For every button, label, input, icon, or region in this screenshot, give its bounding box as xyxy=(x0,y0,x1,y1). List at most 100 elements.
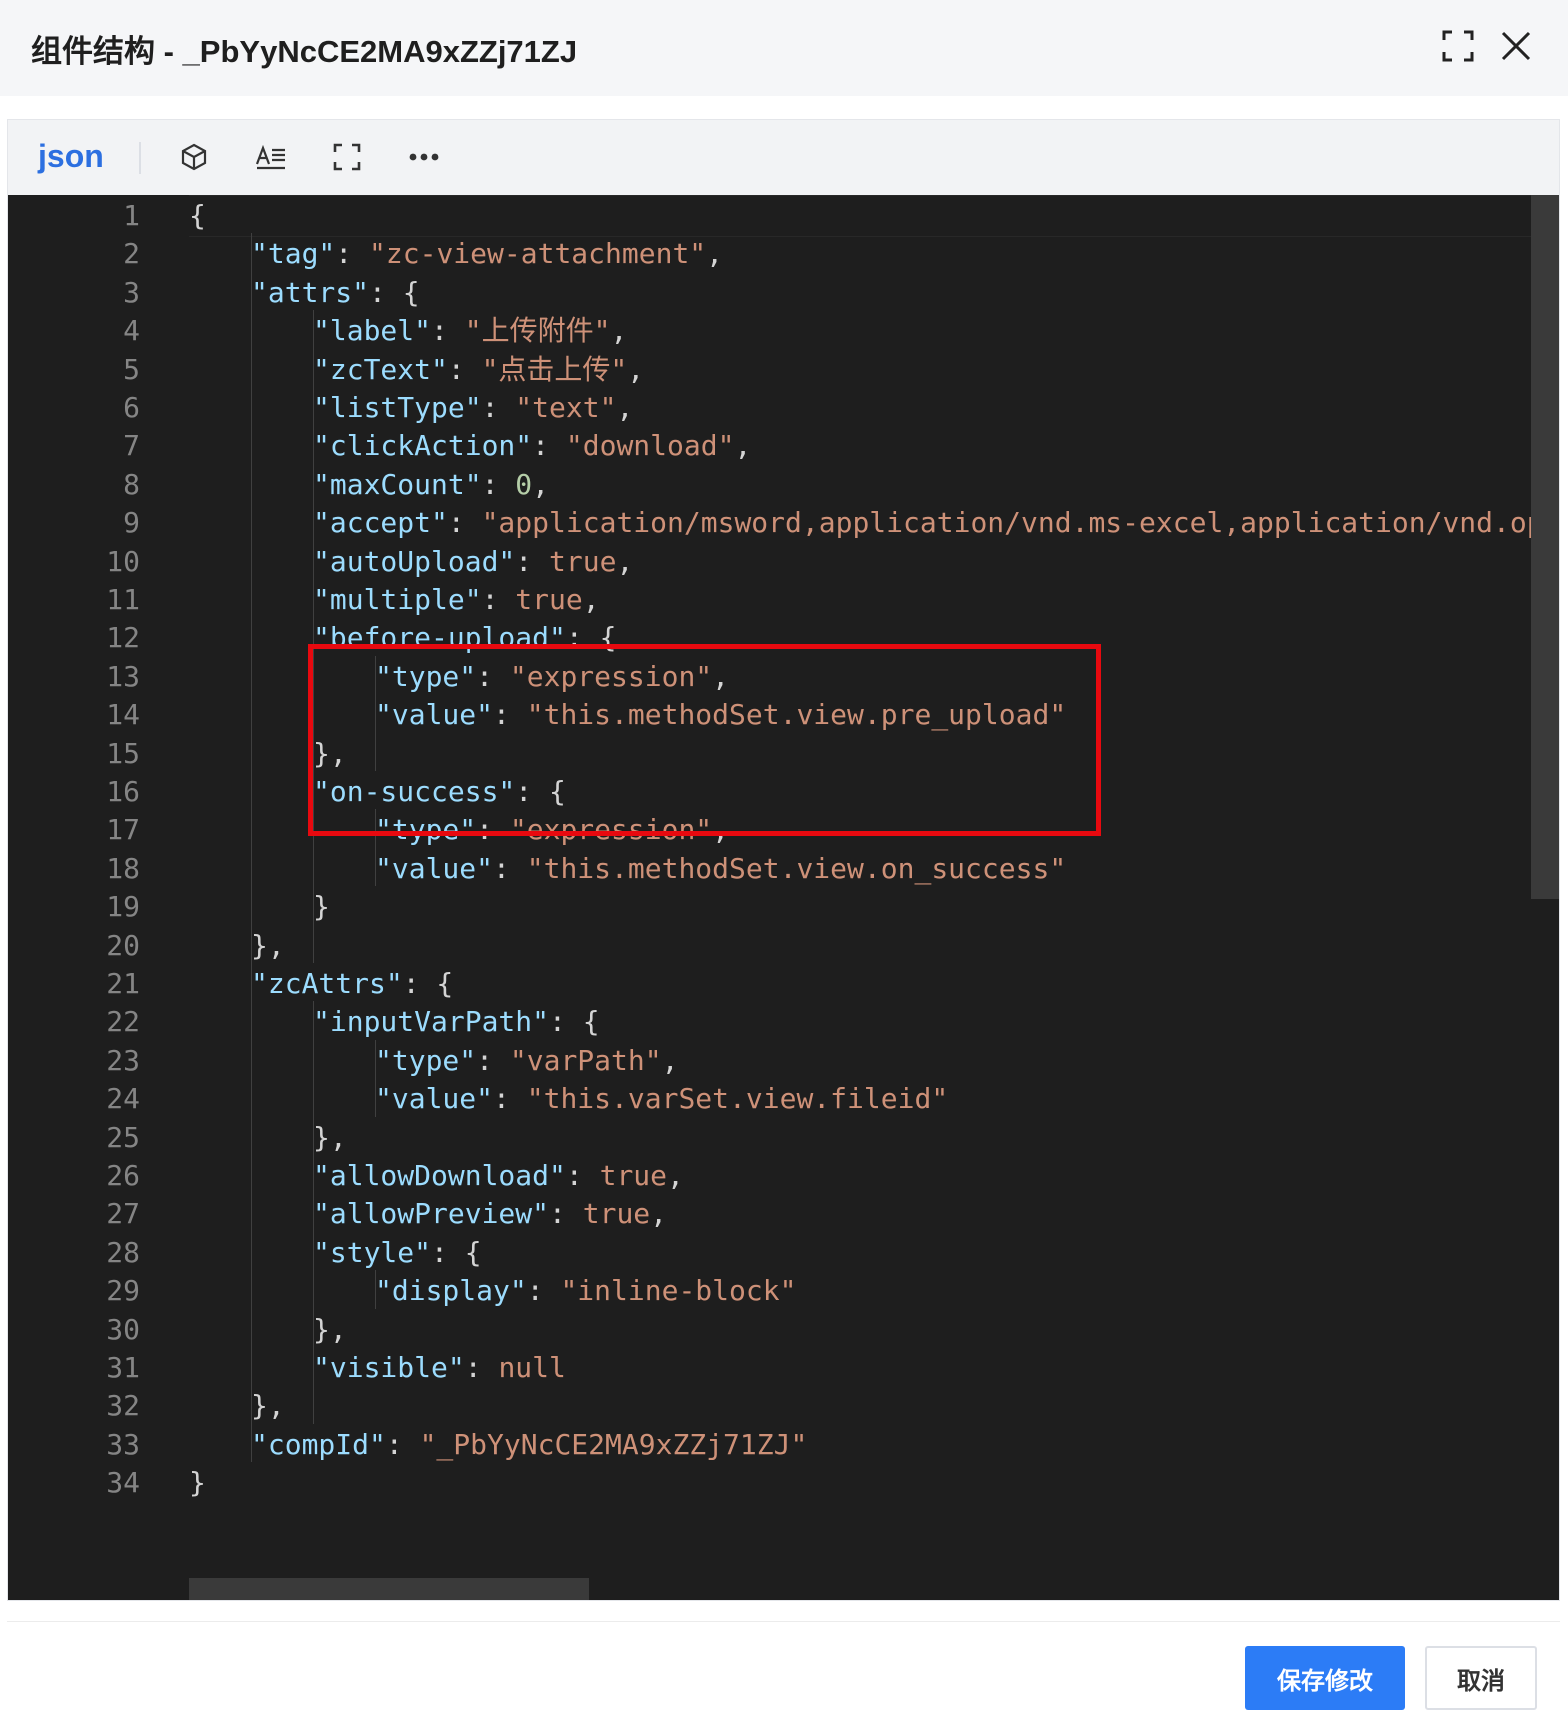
code-line[interactable]: "attrs": { xyxy=(251,272,420,314)
close-icon[interactable] xyxy=(1498,28,1534,64)
line-number: 2 xyxy=(123,237,140,271)
code-line[interactable]: "allowPreview": true, xyxy=(313,1193,667,1235)
format-text-icon[interactable] xyxy=(251,137,291,177)
line-number: 23 xyxy=(106,1043,140,1077)
code-line[interactable]: } xyxy=(313,886,330,928)
line-number: 34 xyxy=(106,1466,140,1500)
line-number: 1 xyxy=(123,199,140,232)
cancel-button[interactable]: 取消 xyxy=(1425,1646,1537,1710)
line-number: 19 xyxy=(106,890,140,924)
code-line[interactable]: "accept": "application/msword,applicatio… xyxy=(313,502,1559,544)
code-line[interactable]: "label": "上传附件", xyxy=(313,310,627,352)
code-line[interactable]: "maxCount": 0, xyxy=(313,464,549,506)
line-number: 31 xyxy=(106,1351,140,1384)
code-line[interactable]: "type": "expression", xyxy=(375,656,729,698)
code-line[interactable]: "listType": "text", xyxy=(313,387,633,429)
code-line[interactable]: "allowDownload": true, xyxy=(313,1155,684,1197)
line-number: 14 xyxy=(106,698,140,732)
line-number: 26 xyxy=(106,1159,140,1192)
line-number: 10 xyxy=(106,544,140,578)
line-number: 3 xyxy=(123,275,140,309)
code-token: true xyxy=(549,544,617,578)
horizontal-scrollbar[interactable] xyxy=(189,1578,589,1600)
code-line[interactable]: }, xyxy=(313,1117,347,1159)
code-line[interactable]: "multiple": true, xyxy=(313,579,600,621)
code-token: "text" xyxy=(515,391,617,424)
code-line[interactable]: "on-success": { xyxy=(313,771,566,813)
code-token: : { xyxy=(549,1005,600,1039)
code-token: : xyxy=(385,1427,420,1461)
code-token: : xyxy=(447,506,482,540)
code-token: "multiple" xyxy=(313,583,482,616)
code-line[interactable]: "zcText": "点击上传", xyxy=(313,349,644,391)
code-token: , xyxy=(661,1043,679,1077)
code-line[interactable]: "value": "this.methodSet.view.pre_upload… xyxy=(375,694,1066,736)
line-number: 15 xyxy=(106,736,140,770)
fullscreen-icon[interactable] xyxy=(1440,28,1476,64)
language-mode[interactable]: json xyxy=(38,138,104,175)
save-button[interactable]: 保存修改 xyxy=(1245,1646,1405,1710)
code-line[interactable]: "before-upload": { xyxy=(313,617,616,659)
code-line[interactable]: "tag": "zc-view-attachment", xyxy=(251,233,723,275)
more-icon[interactable] xyxy=(404,137,444,177)
code-token: : xyxy=(431,314,465,348)
code-token: "before-upload" xyxy=(313,621,566,655)
code-token: "allowPreview" xyxy=(313,1197,550,1231)
code-token: : xyxy=(481,467,516,501)
fullscreen-icon[interactable] xyxy=(327,137,367,177)
line-number: 25 xyxy=(106,1120,140,1154)
code-line[interactable]: "type": "varPath", xyxy=(375,1040,678,1082)
code-token: "点击上传" xyxy=(481,352,628,386)
code-token: "autoUpload" xyxy=(313,544,516,578)
code-token: "expression" xyxy=(509,659,713,693)
code-line[interactable]: "display": "inline-block" xyxy=(375,1270,796,1312)
code-line[interactable]: "zcAttrs": { xyxy=(251,963,453,1005)
code-line[interactable]: } xyxy=(189,1462,206,1504)
line-number: 13 xyxy=(106,659,140,693)
code-token: "type" xyxy=(375,659,477,693)
code-token: : xyxy=(493,698,527,732)
line-number: 30 xyxy=(106,1312,140,1346)
code-line[interactable]: "value": "this.varSet.view.fileid" xyxy=(375,1078,948,1120)
code-line[interactable]: }, xyxy=(313,733,347,775)
line-number: 17 xyxy=(106,813,140,847)
code-line[interactable]: "visible": null xyxy=(313,1347,566,1389)
cube-icon[interactable] xyxy=(174,137,214,177)
code-token: "label" xyxy=(313,314,432,348)
code-line[interactable]: "autoUpload": true, xyxy=(313,541,633,583)
code-token: 0 xyxy=(515,467,533,501)
code-token: , xyxy=(582,583,600,616)
code-line[interactable]: }, xyxy=(251,925,285,967)
code-token: "download" xyxy=(565,429,735,463)
code-token: : xyxy=(565,1159,600,1192)
code-line[interactable]: { xyxy=(189,195,206,237)
indent-guide xyxy=(251,233,252,1463)
code-line[interactable]: "compId": "_PbYyNcCE2MA9xZZj71ZJ" xyxy=(251,1424,807,1466)
code-line[interactable]: "style": { xyxy=(313,1232,482,1274)
code-token: } xyxy=(313,890,330,924)
code-token: : { xyxy=(402,967,454,1000)
line-number: 28 xyxy=(106,1235,140,1269)
code-token: "style" xyxy=(313,1235,432,1269)
line-number: 9 xyxy=(123,506,140,540)
code-line[interactable]: "type": "expression", xyxy=(375,809,729,851)
code-line[interactable]: "value": "this.methodSet.view.on_success… xyxy=(375,848,1066,890)
code-line[interactable]: }, xyxy=(313,1309,347,1351)
line-number: 6 xyxy=(123,391,140,424)
code-token: : xyxy=(476,1043,510,1077)
code-line[interactable]: "clickAction": "download", xyxy=(313,425,751,467)
code-token: { xyxy=(189,199,206,232)
line-number: 33 xyxy=(106,1427,140,1461)
vertical-scrollbar[interactable] xyxy=(1531,195,1559,899)
code-token: "this.varSet.view.fileid" xyxy=(526,1082,949,1116)
code-area[interactable]: 1 2 3 4 5 6 7 8 9 10 11 12 13 14 15 16 17 18 19 20 21 22 23 24 2… xyxy=(8,195,1559,1600)
code-token: : xyxy=(447,352,482,386)
code-token: "tag" xyxy=(251,237,336,271)
code-token: }, xyxy=(313,1120,347,1154)
code-line[interactable]: "inputVarPath": { xyxy=(313,1001,600,1043)
code-token: }, xyxy=(251,928,285,962)
code-line[interactable]: }, xyxy=(251,1385,285,1427)
code-token: "this.methodSet.view.pre_upload" xyxy=(526,698,1067,732)
code-token: : { xyxy=(431,1235,482,1269)
line-number: 7 xyxy=(123,429,140,463)
